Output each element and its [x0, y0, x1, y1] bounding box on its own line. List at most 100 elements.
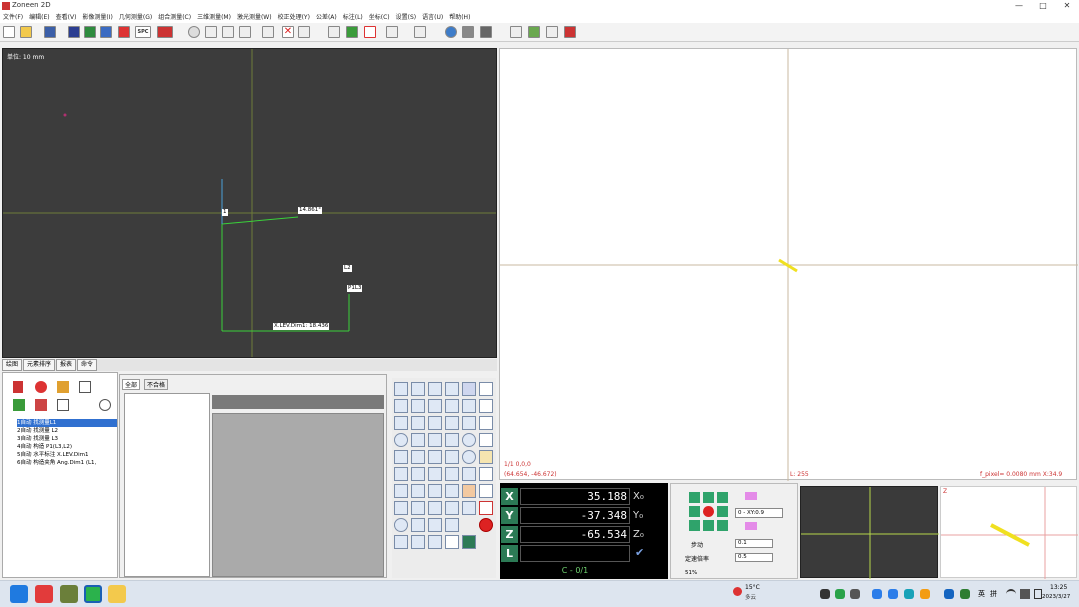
tab-unqualified[interactable]: 不合格 — [144, 379, 169, 390]
navigation-camera-view[interactable]: Z — [940, 486, 1078, 579]
tray-icon[interactable] — [904, 589, 914, 599]
rounded-rect-tool-icon[interactable] — [394, 535, 408, 549]
search-tool-icon[interactable] — [428, 535, 442, 549]
tab-all[interactable]: 全部 — [122, 379, 141, 390]
tree-item[interactable]: 3自动 找测量 L3 — [17, 435, 117, 443]
axis-x-zero[interactable]: X₀ — [633, 488, 644, 505]
column-tool-icon[interactable] — [445, 501, 459, 515]
menu-annotation[interactable]: 标注(L) — [340, 12, 366, 23]
multi-point-tool-icon[interactable] — [394, 399, 408, 413]
laser-icon[interactable] — [510, 26, 522, 38]
align-icon[interactable] — [79, 381, 91, 393]
arc-center-tool-icon[interactable] — [445, 450, 459, 464]
battery-icon[interactable] — [1034, 589, 1042, 599]
jog-left-icon[interactable] — [689, 506, 700, 517]
stop-icon[interactable] — [35, 381, 47, 393]
fit-view-icon[interactable] — [239, 26, 251, 38]
ime-language[interactable]: 英 — [978, 589, 985, 599]
arrow-tool-icon[interactable] — [428, 382, 442, 396]
preview-camera-view[interactable] — [800, 486, 939, 579]
clock-date[interactable]: 2023/3/27 — [1042, 594, 1070, 600]
wechat-icon[interactable] — [84, 585, 102, 603]
spiral-tool-icon[interactable] — [411, 518, 425, 532]
menu-laser-measure[interactable]: 激光测量(W) — [234, 12, 275, 23]
menu-image-measure[interactable]: 影像测量(I) — [79, 12, 115, 23]
line-tool-icon[interactable] — [411, 382, 425, 396]
grid-icon[interactable] — [346, 26, 358, 38]
tab-drawing[interactable]: 绘图 — [2, 359, 23, 371]
slant-tool-icon[interactable] — [428, 416, 442, 430]
tray-icon[interactable] — [835, 589, 845, 599]
pause-icon[interactable] — [13, 381, 23, 393]
close-button[interactable]: ✕ — [1055, 0, 1079, 12]
slope-tool-icon[interactable] — [445, 467, 459, 481]
box-tool-icon[interactable] — [462, 382, 476, 396]
image-icon[interactable] — [528, 26, 540, 38]
axis-y-zero[interactable]: Y₀ — [633, 507, 643, 524]
menu-settings[interactable]: 设置(S) — [393, 12, 420, 23]
pattern-tool-icon[interactable] — [411, 535, 425, 549]
line-fit-tool-icon[interactable] — [394, 416, 408, 430]
circle-tool-icon[interactable] — [394, 433, 408, 447]
globe-icon[interactable] — [445, 26, 457, 38]
tray-icon[interactable] — [920, 589, 930, 599]
spc-button[interactable]: SPC — [135, 26, 151, 38]
vertical-tool-icon[interactable] — [479, 416, 493, 430]
arc-tool-icon[interactable] — [394, 450, 408, 464]
menu-language[interactable]: 语言(U) — [419, 12, 446, 23]
windows-start-icon[interactable] — [10, 585, 28, 603]
menu-combined-measure[interactable]: 组合测量(C) — [155, 12, 194, 23]
measure-app-icon[interactable] — [60, 585, 78, 603]
center-tool-icon[interactable] — [445, 399, 459, 413]
z-down-icon[interactable] — [745, 522, 757, 530]
tray-icon[interactable] — [888, 589, 898, 599]
weather-icon[interactable] — [733, 587, 742, 596]
tray-icon[interactable] — [960, 589, 970, 599]
jog-up-icon[interactable] — [703, 492, 714, 503]
import-icon[interactable] — [57, 399, 69, 411]
scatter-tool-icon[interactable] — [411, 399, 425, 413]
jog-up-left-icon[interactable] — [689, 492, 700, 503]
volume-icon[interactable] — [1020, 589, 1030, 599]
perpendicular-tool-icon[interactable] — [445, 416, 459, 430]
menu-3d-measure[interactable]: 三维测量(M) — [194, 12, 234, 23]
ime-mode[interactable]: 拼 — [990, 589, 997, 599]
tab-element-order[interactable]: 元素排序 — [23, 359, 56, 371]
speed-select[interactable]: 0.5 — [735, 553, 773, 562]
save-icon[interactable] — [44, 26, 56, 38]
zoom-window-icon[interactable] — [222, 26, 234, 38]
rectangle-tool-icon[interactable] — [394, 484, 408, 498]
point-tool-icon[interactable] — [394, 382, 408, 396]
pause-tool-icon[interactable] — [462, 501, 476, 515]
arc-edge-tool-icon[interactable] — [428, 450, 442, 464]
target-tool-icon[interactable] — [479, 501, 493, 515]
menu-tolerance[interactable]: 公差(A) — [313, 12, 340, 23]
info-icon[interactable] — [564, 26, 576, 38]
width-tool-icon[interactable] — [479, 433, 493, 447]
menu-view[interactable]: 查看(V) — [53, 12, 80, 23]
menu-edit[interactable]: 编辑(E) — [26, 12, 52, 23]
circle-center-tool-icon[interactable] — [445, 433, 459, 447]
tree-item[interactable]: 5自动 水平标注 X.LEV.Dim1 — [17, 451, 117, 459]
graphic-view[interactable]: 单位: 10 mm 1 14.861° L2 P1L3 X.LEV.Dim1: … — [2, 48, 497, 358]
diamond-tool-icon[interactable] — [394, 501, 408, 515]
chart-icon[interactable] — [157, 26, 173, 38]
axis-tool-icon[interactable] — [479, 399, 493, 413]
printer-tool-icon[interactable] — [479, 467, 493, 481]
pdf-icon[interactable] — [118, 26, 130, 38]
maximize-button[interactable]: □ — [1031, 0, 1055, 12]
jog-right-icon[interactable] — [717, 506, 728, 517]
z-up-icon[interactable] — [745, 492, 757, 500]
menu-geometry-measure[interactable]: 几何测量(G) — [116, 12, 155, 23]
clock-time[interactable]: 13:25 — [1050, 584, 1067, 591]
ring-tool-icon[interactable] — [462, 433, 476, 447]
open-folder-icon[interactable] — [20, 26, 32, 38]
tree-item[interactable]: 1自动 找测量L1 — [17, 419, 117, 427]
rect-tool-icon[interactable] — [462, 399, 476, 413]
wave-tool-icon[interactable] — [428, 518, 442, 532]
check-icon[interactable]: ✔ — [635, 546, 644, 559]
tray-icon[interactable] — [850, 589, 860, 599]
step-select[interactable]: 0.1 — [735, 539, 773, 548]
tray-icon[interactable] — [820, 589, 830, 599]
curve-tool-icon[interactable] — [394, 467, 408, 481]
